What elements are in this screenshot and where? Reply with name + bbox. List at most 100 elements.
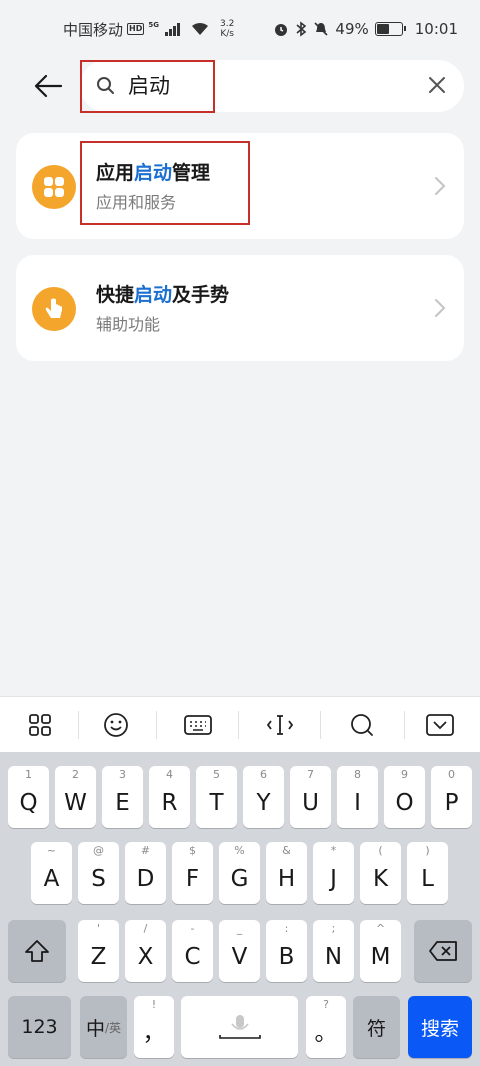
key-h[interactable]: & H [266, 842, 307, 904]
back-button[interactable] [30, 70, 66, 102]
key-label: A [43, 866, 60, 892]
key-secondary-label: 7 [307, 768, 314, 781]
key-secondary-label: % [234, 844, 245, 857]
key-m[interactable]: ^ M [360, 920, 401, 982]
key-label: V [231, 944, 248, 970]
hide-keyboard-icon[interactable] [422, 707, 458, 743]
key-f[interactable]: $ F [172, 842, 213, 904]
key-z[interactable]: ' Z [78, 920, 119, 982]
gesture-hand-icon [32, 287, 76, 331]
key-v[interactable]: _ V [219, 920, 260, 982]
key-label: H [277, 866, 296, 892]
shift-key[interactable] [8, 920, 66, 982]
key-label: W [64, 790, 87, 816]
key-t[interactable]: 5T [196, 766, 237, 828]
language-switch-key[interactable]: 中/英 [80, 996, 127, 1058]
key-secondary-label: 4 [166, 768, 173, 781]
key-a[interactable]: ~ A [31, 842, 72, 904]
cursor-icon[interactable] [262, 707, 298, 743]
key-secondary-label: 0 [448, 768, 455, 781]
apps-grid-icon [32, 165, 76, 209]
key-r[interactable]: 4R [149, 766, 190, 828]
keyboard-icon[interactable] [180, 707, 216, 743]
backspace-key[interactable] [414, 920, 472, 982]
signal-icon [164, 22, 180, 36]
battery-percent: 49% [335, 20, 369, 38]
key-label: Q [19, 790, 38, 816]
key-secondary-label: - [190, 922, 195, 935]
key-w[interactable]: 2W [55, 766, 96, 828]
key-secondary-label: & [282, 844, 291, 857]
key-label: S [91, 866, 106, 892]
search-key[interactable]: 搜索 [408, 996, 472, 1058]
key-j[interactable]: * J [313, 842, 354, 904]
key-secondary-label: * [330, 844, 337, 857]
emoji-icon[interactable] [98, 707, 134, 743]
key-label: C [184, 944, 201, 970]
key-secondary-label: ( [378, 844, 383, 857]
key-b[interactable]: :B [266, 920, 307, 982]
result-title: 快捷启动及手势 [96, 284, 230, 306]
key-label: E [115, 790, 130, 816]
comma-key[interactable]: ! ， [134, 996, 174, 1058]
key-secondary-label: _ [236, 922, 243, 935]
key-secondary-label: # [140, 844, 151, 857]
numbers-key[interactable]: 123 [8, 996, 71, 1058]
keyboard: 1Q2W3E4R5T6Y7U8I9O0P ~ A @ S # D $ F% G & H * J(K) L … [0, 752, 480, 1066]
key-label: J [330, 866, 337, 892]
key-label: X [137, 944, 154, 970]
key-secondary-label: 6 [260, 768, 267, 781]
key-c[interactable]: -C [172, 920, 213, 982]
result-highlight-box [80, 141, 250, 225]
key-q[interactable]: 1Q [8, 766, 49, 828]
key-k[interactable]: (K [360, 842, 401, 904]
key-secondary-label: 9 [401, 768, 408, 781]
key-x[interactable]: / X [125, 920, 166, 982]
key-g[interactable]: % G [219, 842, 260, 904]
key-label: D [136, 866, 155, 892]
wifi-icon [191, 22, 208, 35]
key-secondary-label: $ [189, 844, 196, 857]
key-i[interactable]: 8I [337, 766, 378, 828]
key-secondary-label: 5 [213, 768, 220, 781]
key-y[interactable]: 6Y [243, 766, 284, 828]
shift-icon [25, 940, 49, 962]
key-label: M [370, 944, 391, 970]
chevron-right-icon [435, 177, 446, 195]
search-highlight-box [80, 60, 215, 113]
key-d[interactable]: # D [125, 842, 166, 904]
key-label: K [372, 866, 389, 892]
key-n[interactable]: ; N [313, 920, 354, 982]
space-key[interactable] [181, 996, 298, 1058]
key-label: G [230, 866, 249, 892]
period-key[interactable]: ? 。 [306, 996, 346, 1058]
key-label: U [302, 790, 319, 816]
key-p[interactable]: 0P [431, 766, 472, 828]
key-label: I [354, 790, 361, 816]
key-secondary-label: ~ [46, 844, 57, 857]
key-label: B [278, 944, 295, 970]
key-label: Y [256, 790, 271, 816]
status-bar: 中国移动 HD 5G 3.2 K/s 49% 10:01 [0, 0, 480, 58]
key-s[interactable]: @ S [78, 842, 119, 904]
symbols-key[interactable]: 符 [353, 996, 400, 1058]
alarm-icon [275, 24, 288, 36]
result-quick-launch-gestures[interactable]: 快捷启动及手势 辅助功能 [16, 255, 464, 361]
clear-search-button[interactable] [424, 72, 450, 98]
search-icon[interactable] [344, 707, 380, 743]
key-label: P [444, 790, 459, 816]
grid-icon[interactable] [22, 707, 58, 743]
key-secondary-label: 2 [72, 768, 79, 781]
key-u[interactable]: 7U [290, 766, 331, 828]
key-label: L [421, 866, 434, 892]
close-icon [429, 77, 445, 93]
key-label: N [324, 944, 343, 970]
network-type: 5G [148, 21, 159, 29]
battery-icon [374, 22, 406, 36]
key-label: O [395, 790, 414, 816]
microphone-icon [218, 1015, 261, 1039]
key-l[interactable]: ) L [407, 842, 448, 904]
key-o[interactable]: 9O [384, 766, 425, 828]
key-label: R [161, 790, 178, 816]
key-e[interactable]: 3E [102, 766, 143, 828]
